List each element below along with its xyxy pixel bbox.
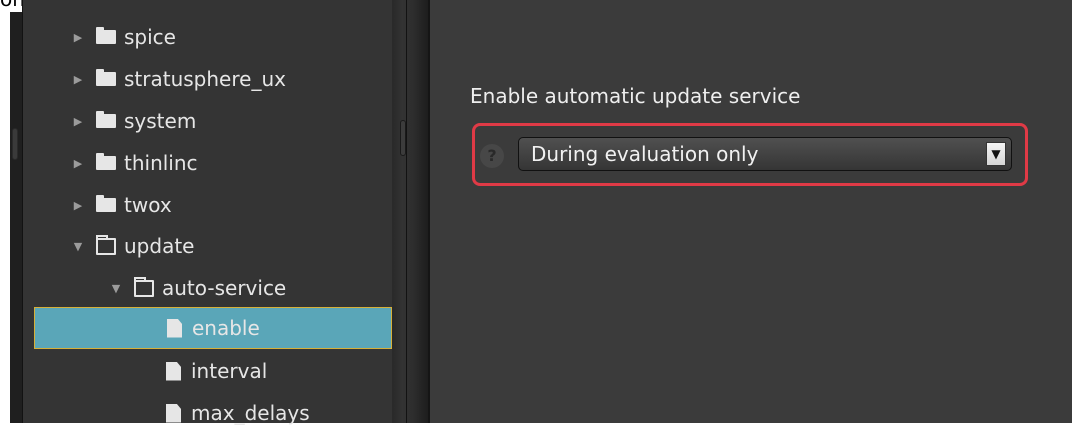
tree-item-enable[interactable]: enable xyxy=(34,307,392,349)
collapsed-arrow-icon[interactable]: ▶ xyxy=(72,73,84,86)
folder-icon xyxy=(96,27,116,44)
tree-item-label: thinlinc xyxy=(124,151,198,175)
tree-item-update[interactable]: ▼ update xyxy=(72,225,195,267)
open-folder-icon xyxy=(134,276,154,297)
folder-icon xyxy=(96,153,116,170)
collapsed-arrow-icon[interactable]: ▶ xyxy=(72,199,84,212)
tree-item-thinlinc[interactable]: ▶ thinlinc xyxy=(72,142,198,184)
tree-item-label: interval xyxy=(191,359,268,383)
tree-item-spice[interactable]: ▶ spice xyxy=(72,16,176,58)
expanded-arrow-icon[interactable]: ▼ xyxy=(72,240,84,253)
tree-item-max-delays[interactable]: max_delays xyxy=(166,392,310,434)
tree-item-label: update xyxy=(124,234,195,258)
collapsed-arrow-icon[interactable]: ▶ xyxy=(72,31,84,44)
open-folder-icon xyxy=(96,234,116,255)
folder-icon xyxy=(96,111,116,128)
collapsed-arrow-icon[interactable]: ▶ xyxy=(72,115,84,128)
tree-item-auto-service[interactable]: ▼ auto-service xyxy=(110,267,286,309)
tree-item-system[interactable]: ▶ system xyxy=(72,100,197,142)
expanded-arrow-icon[interactable]: ▼ xyxy=(110,282,122,295)
tree-item-label: enable xyxy=(192,316,260,340)
panel-splitter[interactable] xyxy=(392,0,428,423)
file-icon xyxy=(167,318,182,338)
setting-label: Enable automatic update service xyxy=(470,84,801,108)
dropdown-arrow-icon[interactable]: ▼ xyxy=(986,142,1006,166)
file-icon xyxy=(166,403,181,423)
tree-item-label: twox xyxy=(124,193,172,217)
tree-item-stratusphere-ux[interactable]: ▶ stratusphere_ux xyxy=(72,58,286,100)
update-service-dropdown[interactable]: During evaluation only ▼ xyxy=(518,137,1012,171)
left-panel-grip[interactable] xyxy=(12,128,18,160)
dropdown-selected-value: During evaluation only xyxy=(531,142,759,166)
folder-icon xyxy=(96,195,116,212)
collapsed-arrow-icon[interactable]: ▶ xyxy=(72,157,84,170)
help-icon[interactable]: ? xyxy=(480,144,504,168)
tree-item-label: system xyxy=(124,109,197,133)
folder-icon xyxy=(96,69,116,86)
tree-item-label: stratusphere_ux xyxy=(124,67,286,91)
splitter-grip-handle[interactable] xyxy=(400,120,406,156)
tree-item-label: spice xyxy=(124,25,176,49)
splitter-ridge xyxy=(406,0,407,423)
tree-item-interval[interactable]: interval xyxy=(166,350,267,392)
settings-panel xyxy=(428,0,1072,423)
tree-item-label: max_delays xyxy=(191,401,310,425)
file-icon xyxy=(166,361,181,381)
tree-item-twox[interactable]: ▶ twox xyxy=(72,184,172,226)
tree-item-label: auto-service xyxy=(162,276,287,300)
